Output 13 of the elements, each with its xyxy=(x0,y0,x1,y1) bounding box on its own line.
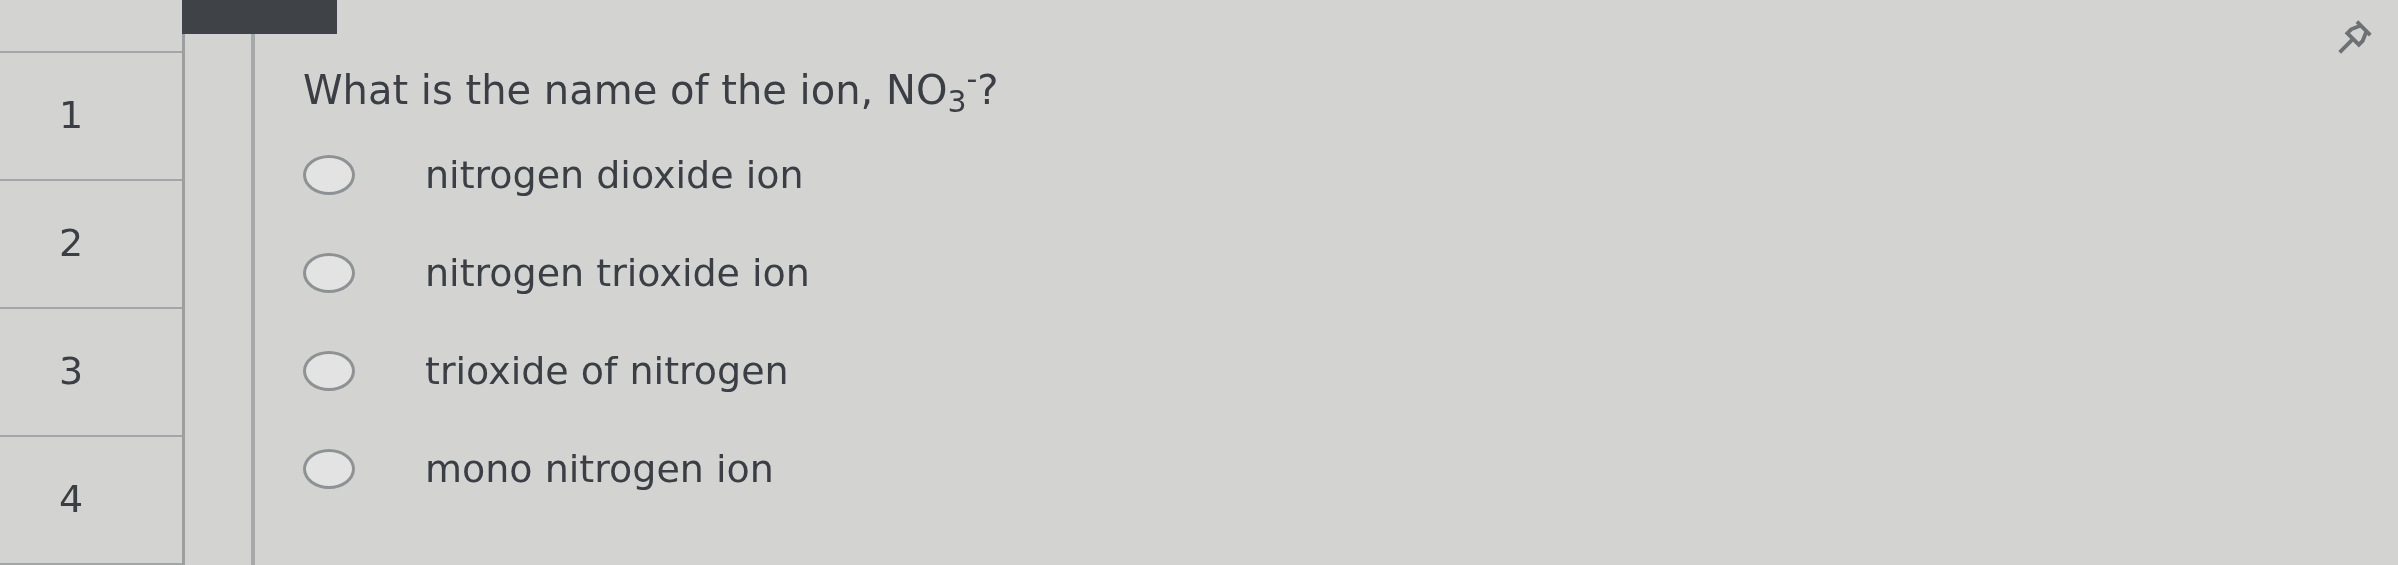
option-label: mono nitrogen ion xyxy=(425,445,774,493)
question-text: What is the name of the ion, NO$_{3}$$^{-}$? xyxy=(303,66,1000,114)
radio-button[interactable] xyxy=(303,351,355,391)
question-number-tab[interactable]: 2 xyxy=(0,180,182,309)
question-number-tab[interactable]: 4 xyxy=(0,436,182,565)
question-number-tab[interactable]: 3 xyxy=(0,308,182,437)
question-number-tab[interactable]: 1 xyxy=(0,52,182,181)
radio-button[interactable] xyxy=(303,155,355,195)
radio-button[interactable] xyxy=(303,449,355,489)
option-label: nitrogen dioxide ion xyxy=(425,151,804,199)
option-label: trioxide of nitrogen xyxy=(425,347,789,395)
option-label: nitrogen trioxide ion xyxy=(425,249,810,297)
radio-button[interactable] xyxy=(303,253,355,293)
